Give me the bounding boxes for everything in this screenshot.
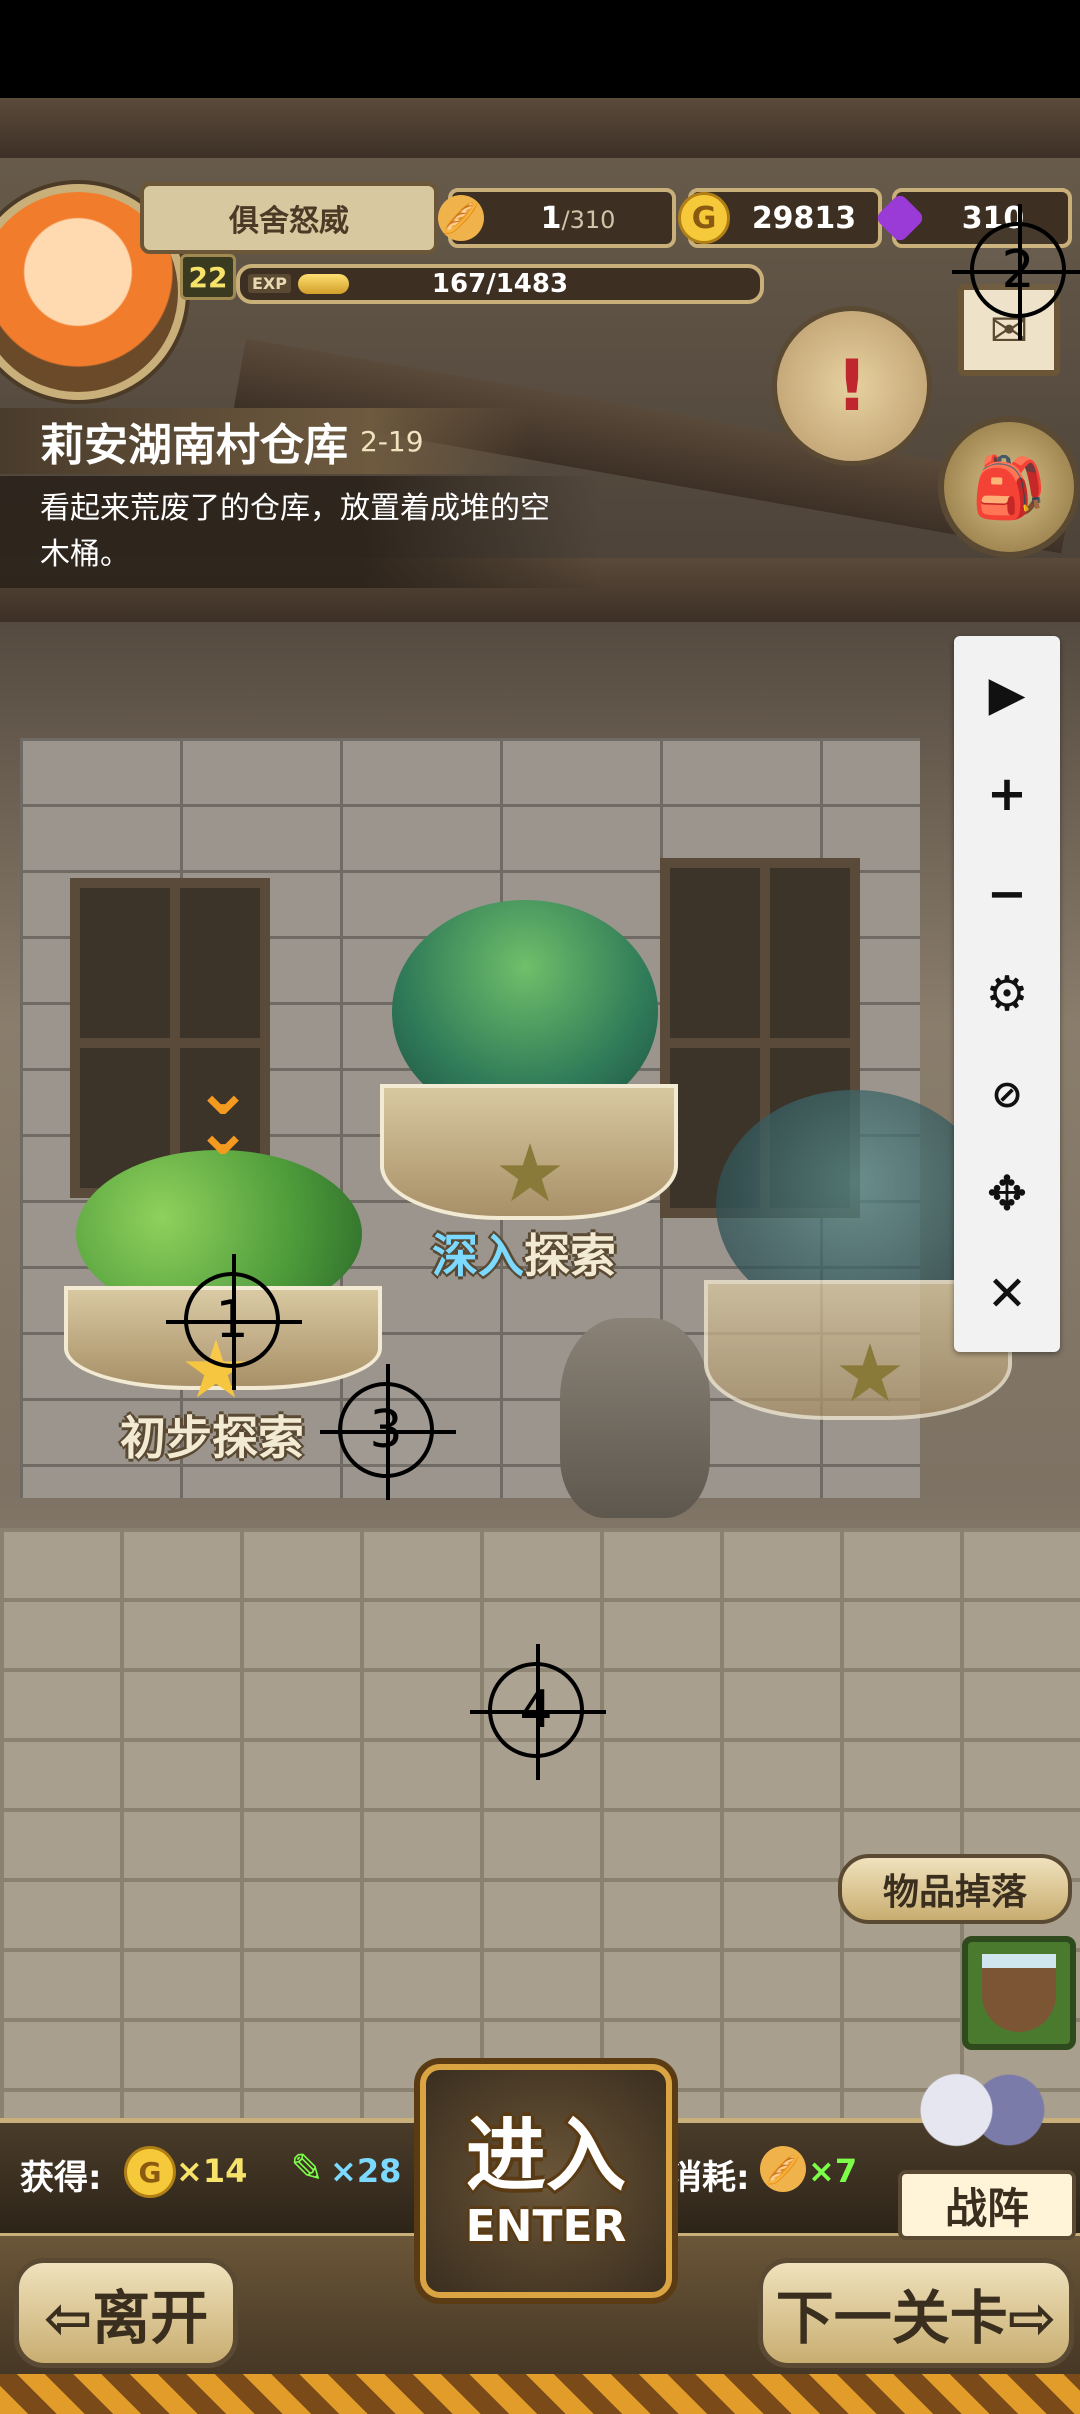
gold-coin-icon: G xyxy=(124,2146,176,2198)
player-name: 俱舍怒威 xyxy=(140,182,438,254)
item-drops-button[interactable]: 物品掉落 xyxy=(838,1854,1072,1924)
zoom-in-icon[interactable]: + xyxy=(972,759,1042,829)
leave-button[interactable]: ⇦离开 xyxy=(14,2258,238,2368)
zoom-out-icon[interactable]: − xyxy=(972,859,1042,929)
bread-icon: 🥖 xyxy=(760,2146,806,2192)
next-stage-button[interactable]: 下一关卡⇨ xyxy=(758,2258,1074,2368)
location-name: 莉安湖南村仓库 xyxy=(40,420,348,471)
stamina-max: /310 xyxy=(561,205,616,234)
quest-scroll-button[interactable]: ! xyxy=(772,306,932,466)
deep-explore-label-part2: 探索 xyxy=(524,1229,616,1283)
consume-label: 消耗: xyxy=(668,2158,750,2198)
tap-marker-3: 3 xyxy=(320,1364,456,1500)
exp-text: 167/1483 xyxy=(431,269,569,299)
drop-item-bowl[interactable] xyxy=(962,1936,1076,2050)
location-description: 看起来荒废了的仓库，放置着成堆的空木桶。 xyxy=(0,476,600,588)
tap-marker-2: 2 xyxy=(952,204,1080,340)
deep-explore-label[interactable]: 深入探索 xyxy=(432,1220,616,1286)
star-empty-icon: ★ xyxy=(494,1127,566,1220)
formation-label: 战阵 xyxy=(898,2170,1076,2240)
close-icon[interactable]: ✕ xyxy=(972,1259,1042,1329)
exp-bar: EXP 167/1483 xyxy=(236,264,764,304)
first-explore-label[interactable]: 初步探索 xyxy=(120,1402,304,1468)
gold-value: 29813 xyxy=(751,200,857,236)
play-icon[interactable]: ▶ xyxy=(972,659,1042,729)
enter-label-en: ENTER xyxy=(465,2200,627,2252)
gain-gold-amount: ×14 xyxy=(176,2152,248,2190)
overlay-control-panel: ▶ + − ⚙ ⊘ ✥ ✕ xyxy=(954,636,1060,1352)
player-level-badge: 22 xyxy=(180,254,236,300)
bread-icon: 🥖 xyxy=(438,195,484,241)
consume-bread-amount: ×7 xyxy=(808,2152,858,2190)
ceiling-beam xyxy=(0,98,1080,158)
formation-characters xyxy=(904,2066,1054,2176)
location-title: 莉安湖南村仓库 2-19 xyxy=(0,408,530,474)
backpack-icon: 🎒 xyxy=(971,452,1047,523)
stamina-value: 1/310 xyxy=(484,201,672,236)
clay-jar xyxy=(560,1318,710,1518)
tap-marker-4: 4 xyxy=(470,1644,606,1780)
feather-icon: ✎ xyxy=(290,2146,324,2192)
star-empty-icon: ★ xyxy=(834,1327,906,1420)
gold-coin-icon: G xyxy=(678,192,730,244)
gain-label: 获得: xyxy=(20,2158,102,2198)
move-icon[interactable]: ✥ xyxy=(972,1159,1042,1229)
hide-eye-icon[interactable]: ⊘ xyxy=(972,1059,1042,1129)
gain-feather-amount: ×28 xyxy=(330,2152,402,2190)
gear-icon[interactable]: ⚙ xyxy=(972,959,1042,1029)
current-stage-arrow-icon: ⌄ ⌄ xyxy=(193,1049,253,1171)
stage-number: 2-19 xyxy=(360,424,424,458)
stamina-current: 1 xyxy=(540,200,562,236)
enter-button[interactable]: 进入 ENTER xyxy=(420,2064,672,2298)
tap-marker-1: 1 xyxy=(166,1254,302,1390)
stamina-counter: 🥖 1/310 xyxy=(438,188,676,248)
gold-counter: G 29813 xyxy=(678,188,882,248)
enter-label-cn: 进入 xyxy=(466,2108,626,2202)
deep-explore-label-part1: 深入 xyxy=(432,1229,524,1283)
formation-button[interactable]: 战阵 xyxy=(884,2066,1080,2242)
bowl-icon xyxy=(982,1954,1056,2032)
backpack-button[interactable]: 🎒 xyxy=(938,416,1080,558)
